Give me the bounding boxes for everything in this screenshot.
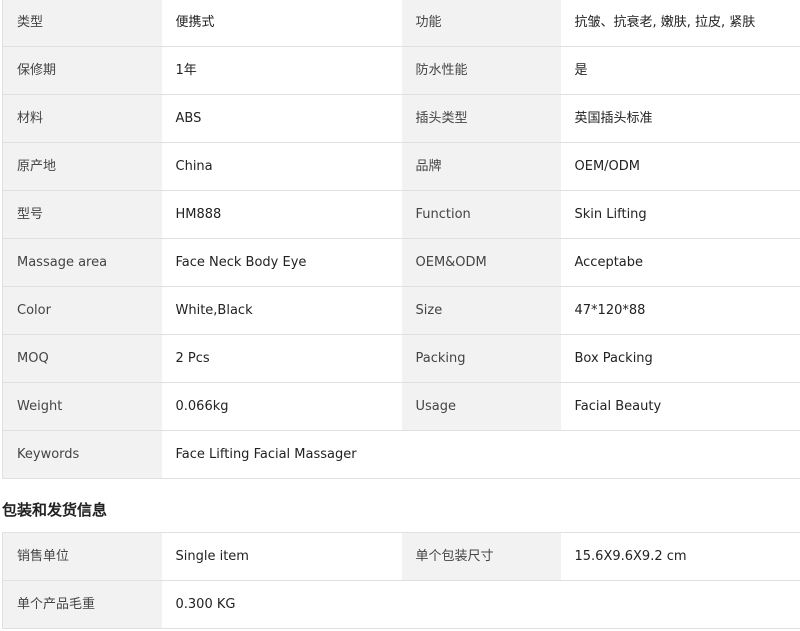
attribute-value: Facial Beauty	[560, 382, 800, 431]
packaging-table: 销售单位 Single item 单个包装尺寸 15.6X9.6X9.2 cm …	[2, 532, 800, 629]
table-row: 单个产品毛重 0.300 KG	[2, 580, 800, 629]
attribute-value: Single item	[161, 532, 402, 581]
attribute-value: 0.300 KG	[161, 580, 800, 629]
table-row: 原产地 China 品牌 OEM/ODM	[2, 142, 800, 191]
attribute-key: 品牌	[401, 142, 561, 191]
attribute-key: 功能	[401, 0, 561, 47]
attribute-key: Massage area	[2, 238, 162, 287]
attribute-value: China	[161, 142, 402, 191]
attribute-key: MOQ	[2, 334, 162, 383]
attribute-value: Face Lifting Facial Massager	[161, 430, 800, 479]
attribute-key: 单个产品毛重	[2, 580, 162, 629]
attribute-value: OEM/ODM	[560, 142, 800, 191]
table-row: MOQ 2 Pcs Packing Box Packing	[2, 334, 800, 383]
attribute-value: ABS	[161, 94, 402, 143]
table-row: 类型 便携式 功能 抗皱、抗衰老, 嫩肤, 拉皮, 紧肤	[2, 0, 800, 47]
attribute-key: 型号	[2, 190, 162, 239]
attribute-value: 便携式	[161, 0, 402, 47]
attribute-value: 抗皱、抗衰老, 嫩肤, 拉皮, 紧肤	[560, 0, 800, 47]
attribute-key: Function	[401, 190, 561, 239]
attribute-key: Packing	[401, 334, 561, 383]
attribute-value: 英国插头标准	[560, 94, 800, 143]
attribute-key: 保修期	[2, 46, 162, 95]
attribute-key: Color	[2, 286, 162, 335]
attribute-key: Keywords	[2, 430, 162, 479]
attribute-value: 47*120*88	[560, 286, 800, 335]
table-row: Massage area Face Neck Body Eye OEM&ODM …	[2, 238, 800, 287]
product-attributes-table: 类型 便携式 功能 抗皱、抗衰老, 嫩肤, 拉皮, 紧肤 保修期 1年 防水性能…	[2, 0, 800, 479]
table-row: 材料 ABS 插头类型 英国插头标准	[2, 94, 800, 143]
attribute-value: 0.066kg	[161, 382, 402, 431]
attribute-value: White,Black	[161, 286, 402, 335]
attribute-key: 单个包装尺寸	[401, 532, 561, 581]
attribute-value: 15.6X9.6X9.2 cm	[560, 532, 800, 581]
attribute-key: Usage	[401, 382, 561, 431]
attribute-key: 防水性能	[401, 46, 561, 95]
table-row: Keywords Face Lifting Facial Massager	[2, 430, 800, 479]
table-row: 销售单位 Single item 单个包装尺寸 15.6X9.6X9.2 cm	[2, 532, 800, 581]
attribute-value: 2 Pcs	[161, 334, 402, 383]
table-row: 型号 HM888 Function Skin Lifting	[2, 190, 800, 239]
table-row: Color White,Black Size 47*120*88	[2, 286, 800, 335]
attribute-value: Box Packing	[560, 334, 800, 383]
attribute-key: 材料	[2, 94, 162, 143]
attribute-value: 是	[560, 46, 800, 95]
attribute-key: 原产地	[2, 142, 162, 191]
attribute-key: 类型	[2, 0, 162, 47]
attribute-value: 1年	[161, 46, 402, 95]
attribute-value: Skin Lifting	[560, 190, 800, 239]
attribute-value: Face Neck Body Eye	[161, 238, 402, 287]
attribute-value: Acceptabe	[560, 238, 800, 287]
attribute-key: 销售单位	[2, 532, 162, 581]
attribute-key: OEM&ODM	[401, 238, 561, 287]
attribute-value: HM888	[161, 190, 402, 239]
attribute-key: Weight	[2, 382, 162, 431]
attribute-key: 插头类型	[401, 94, 561, 143]
section-title-packaging: 包装和发货信息	[2, 501, 108, 519]
table-row: 保修期 1年 防水性能 是	[2, 46, 800, 95]
attribute-key: Size	[401, 286, 561, 335]
table-row: Weight 0.066kg Usage Facial Beauty	[2, 382, 800, 431]
